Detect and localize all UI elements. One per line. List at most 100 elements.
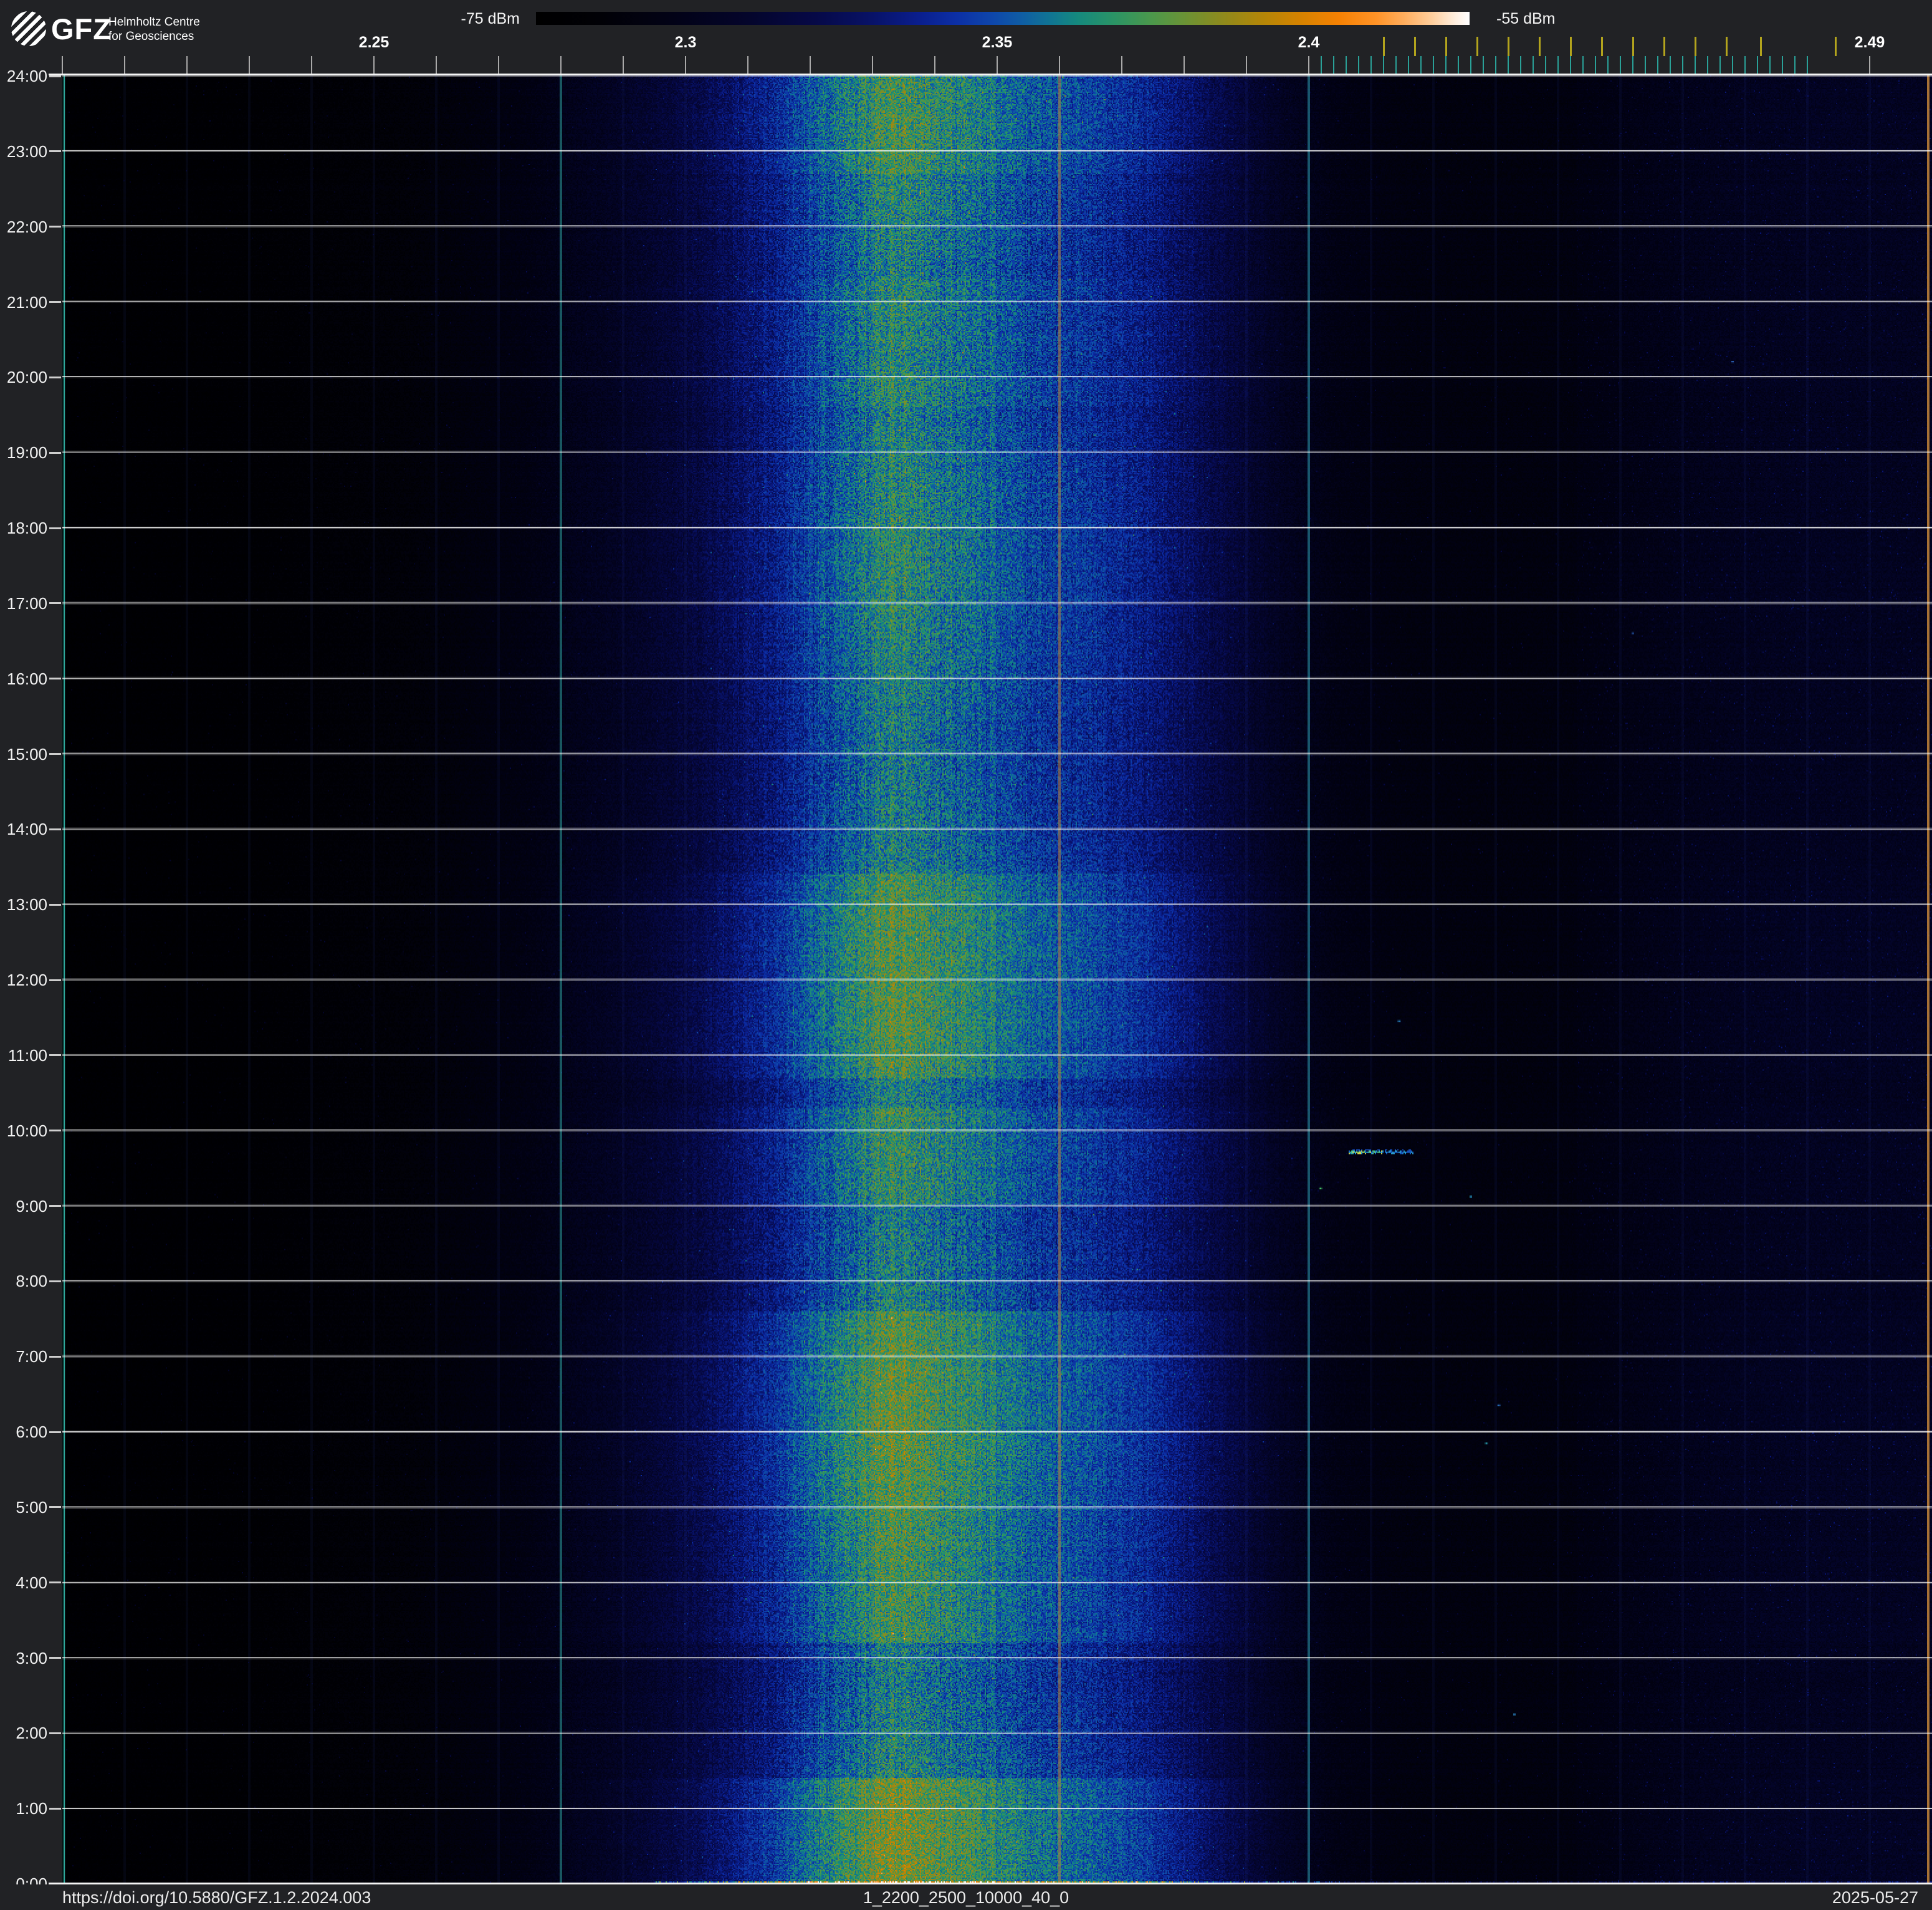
freq-tick-minor — [186, 56, 188, 74]
freq-tick-teal — [1358, 56, 1359, 74]
freq-tick-yellow — [1538, 37, 1541, 56]
freq-tick-teal — [1607, 56, 1609, 74]
time-label: 17:00 — [6, 593, 47, 613]
freq-tick-minor — [747, 56, 748, 74]
freq-tick-teal — [1346, 56, 1347, 74]
freq-tick-minor — [872, 56, 873, 74]
freq-tick-yellow — [1600, 37, 1603, 56]
time-tick — [49, 150, 61, 153]
time-label: 2:00 — [16, 1724, 47, 1743]
time-tick — [49, 226, 61, 228]
freq-tick-teal — [1433, 56, 1434, 74]
freq-tick-minor — [934, 56, 935, 74]
time-label: 20:00 — [6, 368, 47, 387]
freq-tick-minor — [311, 56, 312, 74]
time-tick — [49, 753, 61, 755]
freq-label: 2.49 — [1854, 34, 1885, 51]
time-label: 18:00 — [6, 519, 47, 537]
freq-tick-teal — [1445, 56, 1447, 74]
time-tick — [49, 903, 61, 906]
freq-tick-minor — [62, 56, 63, 74]
freq-tick-teal — [1620, 56, 1621, 74]
freq-tick-teal — [1595, 56, 1596, 74]
freq-tick-minor — [1121, 56, 1122, 74]
time-label: 11:00 — [7, 1045, 47, 1065]
freq-tick-teal — [1707, 56, 1708, 74]
colorbar-min-label: -75 dBm — [461, 10, 520, 27]
freq-tick-yellow — [1694, 37, 1696, 56]
freq-tick-minor — [1059, 56, 1060, 74]
freq-tick-teal — [1645, 56, 1646, 74]
freq-tick-yellow — [1725, 37, 1728, 56]
freq-tick-yellow — [1476, 37, 1478, 56]
freq-tick-teal — [1557, 56, 1559, 74]
time-tick — [49, 1205, 61, 1207]
time-label: 23:00 — [6, 142, 47, 161]
time-tick — [49, 376, 61, 378]
freq-tick-yellow — [1413, 37, 1416, 56]
time-label: 10:00 — [6, 1121, 47, 1140]
freq-tick-minor — [997, 56, 998, 74]
time-label: 16:00 — [6, 669, 47, 688]
date-text: 2025-05-27 — [1832, 1888, 1918, 1907]
freq-tick-teal — [1533, 56, 1534, 74]
time-tick — [49, 1732, 61, 1734]
time-label: 9:00 — [16, 1196, 47, 1216]
time-tick — [49, 1280, 61, 1282]
org-line1: Helmholtz Centre — [108, 16, 200, 29]
freq-label: 2.25 — [358, 34, 390, 51]
freq-tick-teal — [1370, 56, 1372, 74]
freq-tick-minor — [810, 56, 811, 74]
freq-tick-teal — [1495, 56, 1496, 74]
freq-tick-teal — [1395, 56, 1397, 74]
time-tick — [49, 979, 61, 981]
freq-tick-minor — [249, 56, 250, 74]
freq-tick-teal — [1782, 56, 1783, 74]
org-line2: for Geosciences — [108, 30, 194, 43]
time-label: 6:00 — [16, 1423, 47, 1441]
freq-tick-teal — [1321, 56, 1322, 74]
time-label: 5:00 — [16, 1497, 47, 1517]
freq-tick-yellow — [1569, 37, 1572, 56]
freq-tick-teal — [1458, 56, 1459, 74]
freq-tick-yellow — [1834, 37, 1837, 56]
freq-tick-yellow — [1445, 37, 1447, 56]
time-label: 19:00 — [6, 443, 47, 463]
time-tick — [49, 1130, 61, 1132]
freq-tick-minor — [1869, 56, 1870, 74]
time-tick — [49, 1054, 61, 1057]
colorbar-max-label: -55 dBm — [1496, 10, 1556, 27]
time-label: 24:00 — [6, 67, 47, 85]
freq-tick-teal — [1807, 56, 1808, 74]
freq-tick-teal — [1695, 56, 1696, 74]
time-tick — [49, 1657, 61, 1659]
freq-tick-minor — [1308, 56, 1309, 74]
footer-bar: https://doi.org/10.5880/GFZ.1.2.2024.003… — [0, 1884, 1932, 1910]
freq-tick-minor — [623, 56, 624, 74]
time-label: 1:00 — [16, 1799, 47, 1818]
time-tick — [49, 451, 61, 454]
freq-tick-yellow — [1382, 37, 1385, 56]
freq-tick-minor — [373, 56, 375, 74]
time-label: 4:00 — [16, 1573, 47, 1592]
freq-tick-minor — [436, 56, 437, 74]
freq-tick-teal — [1657, 56, 1658, 74]
gfz-logo-text: GFZ — [51, 12, 112, 46]
gfz-globe-icon — [11, 11, 46, 46]
freq-tick-minor — [1246, 56, 1247, 74]
freq-label: 2.3 — [674, 34, 697, 51]
freq-tick-teal — [1470, 56, 1471, 74]
time-tick — [49, 1431, 61, 1433]
freq-tick-teal — [1483, 56, 1484, 74]
freq-tick-minor — [560, 56, 562, 74]
time-tick — [49, 828, 61, 830]
freq-tick-teal — [1757, 56, 1758, 74]
gfz-logo: GFZ Helmholtz Centre for Geosciences — [11, 9, 279, 52]
freq-tick-teal — [1732, 56, 1733, 74]
freq-tick-yellow — [1663, 37, 1665, 56]
colorbar-gradient — [536, 12, 1470, 25]
run-id-text: 1_2200_2500_10000_40_0 — [863, 1888, 1069, 1907]
time-tick — [49, 301, 61, 303]
freq-tick-teal — [1420, 56, 1422, 74]
freq-tick-minor — [124, 56, 125, 74]
